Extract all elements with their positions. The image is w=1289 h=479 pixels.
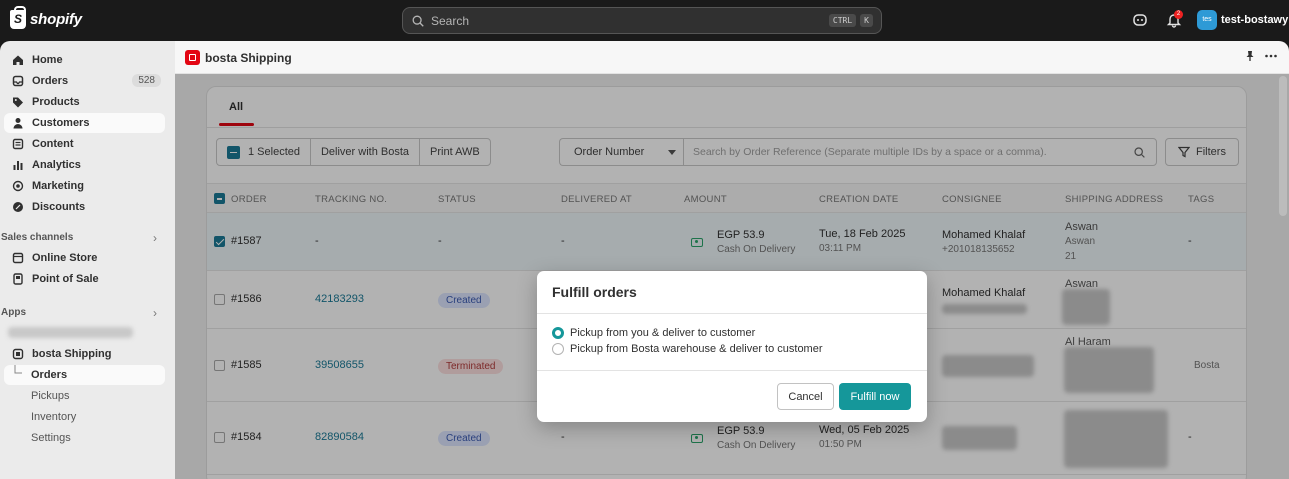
sidebar-item-label: Discounts xyxy=(32,201,86,213)
app-box-icon xyxy=(12,348,24,360)
sidebar-item-label: Online Store xyxy=(32,252,98,264)
radio-label-pickup-from-warehouse[interactable]: Pickup from Bosta warehouse & deliver to… xyxy=(570,343,823,355)
radio-label-pickup-from-you[interactable]: Pickup from you & deliver to customer xyxy=(570,327,755,339)
sidebar-subitem-settings[interactable]: Settings xyxy=(4,428,165,448)
sidekick-icon[interactable] xyxy=(1132,12,1148,28)
person-icon xyxy=(13,118,23,129)
sidebar-item-point-of-sale[interactable]: Point of Sale xyxy=(4,269,165,289)
top-bar: shopify Search CTRL K 2 tes test-bostawy xyxy=(0,0,1289,41)
blurred-app-entry[interactable] xyxy=(8,327,133,338)
orders-icon xyxy=(12,75,24,87)
bar-chart-icon xyxy=(13,161,23,170)
sidebar-item-label: Settings xyxy=(31,432,71,444)
sidebar-item-online-store[interactable]: Online Store xyxy=(4,248,165,268)
orders-count-badge: 528 xyxy=(132,74,161,87)
chevron-right-icon[interactable]: › xyxy=(153,231,157,245)
pos-icon xyxy=(13,273,23,285)
discount-icon xyxy=(13,202,23,212)
tree-branch-icon xyxy=(14,365,22,374)
sidebar-item-content[interactable]: Content xyxy=(4,134,165,154)
search-icon xyxy=(412,15,424,27)
fulfill-orders-modal: Fulfill orders Pickup from you & deliver… xyxy=(537,271,927,422)
avatar[interactable]: tes xyxy=(1197,10,1217,30)
shopify-logo[interactable]: shopify xyxy=(10,6,82,29)
sidebar-subitem-orders[interactable]: Orders xyxy=(4,365,165,385)
sidebar: Home Orders 528 Products Customers Conte… xyxy=(0,41,175,479)
tag-icon xyxy=(13,97,23,108)
logo-text: shopify xyxy=(30,11,82,28)
pin-icon[interactable] xyxy=(1244,50,1256,62)
fulfill-now-button[interactable]: Fulfill now xyxy=(839,383,911,410)
page-scrollbar[interactable] xyxy=(1279,76,1287,216)
sidebar-item-label: Content xyxy=(32,138,74,150)
sidebar-item-products[interactable]: Products xyxy=(4,92,165,112)
sidebar-item-discounts[interactable]: Discounts xyxy=(4,197,165,217)
global-search-input[interactable]: Search CTRL K xyxy=(402,7,882,34)
target-icon xyxy=(12,180,24,192)
sidebar-subitem-inventory[interactable]: Inventory xyxy=(4,407,165,427)
notification-badge: 2 xyxy=(1174,10,1183,19)
sidebar-subitem-pickups[interactable]: Pickups xyxy=(4,386,165,406)
content-icon xyxy=(12,138,24,150)
cancel-button[interactable]: Cancel xyxy=(777,383,834,410)
radio-pickup-from-warehouse[interactable] xyxy=(552,343,564,355)
store-name[interactable]: test-bostawy xyxy=(1221,14,1288,26)
sidebar-item-marketing[interactable]: Marketing xyxy=(4,176,165,196)
more-options-icon[interactable] xyxy=(1264,50,1278,62)
apps-heading[interactable]: Apps xyxy=(1,307,26,318)
sidebar-item-customers[interactable]: Customers xyxy=(4,113,165,133)
home-icon xyxy=(13,55,23,65)
sidebar-item-home[interactable]: Home xyxy=(4,50,165,70)
modal-divider xyxy=(537,313,927,314)
modal-title: Fulfill orders xyxy=(552,284,637,300)
sidebar-item-label: Inventory xyxy=(31,411,77,423)
sidebar-item-label: bosta Shipping xyxy=(32,348,112,360)
sidebar-item-label: Home xyxy=(32,54,63,66)
sidebar-item-label: Marketing xyxy=(32,180,84,192)
chevron-right-icon[interactable]: › xyxy=(153,306,157,320)
sidebar-item-label: Products xyxy=(32,96,80,108)
shortcut-ctrl: CTRL xyxy=(828,14,857,27)
sidebar-item-label: Point of Sale xyxy=(32,273,99,285)
sidebar-item-analytics[interactable]: Analytics xyxy=(4,155,165,175)
bosta-logo-icon xyxy=(185,50,200,65)
modal-divider xyxy=(537,370,927,371)
sidebar-item-bosta-shipping[interactable]: bosta Shipping xyxy=(4,344,165,364)
sidebar-item-label: Orders xyxy=(31,369,68,381)
store-icon xyxy=(12,252,24,264)
sidebar-item-label: Analytics xyxy=(32,159,81,171)
shortcut-k: K xyxy=(860,14,873,27)
app-title: bosta Shipping xyxy=(205,51,292,65)
sales-channels-heading[interactable]: Sales channels xyxy=(1,232,73,243)
search-placeholder: Search xyxy=(431,13,470,28)
sidebar-item-orders[interactable]: Orders 528 xyxy=(4,71,165,91)
sidebar-item-label: Pickups xyxy=(31,390,70,402)
radio-pickup-from-you[interactable] xyxy=(552,327,564,339)
shopify-bag-icon xyxy=(10,6,26,29)
sidebar-item-label: Orders xyxy=(32,75,69,87)
sidebar-item-label: Customers xyxy=(32,117,90,129)
app-header: bosta Shipping xyxy=(175,41,1289,74)
